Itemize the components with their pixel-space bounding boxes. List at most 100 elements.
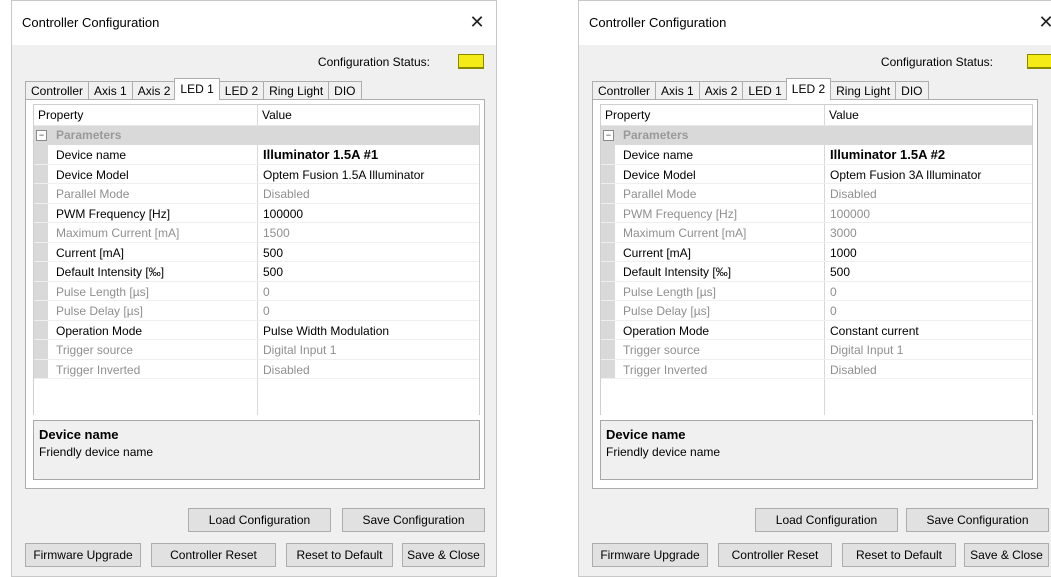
property-value[interactable]: Optem Fusion 1.5A Illuminator xyxy=(263,168,424,182)
column-header-value[interactable]: Value xyxy=(262,108,292,122)
config-status-label: Configuration Status: xyxy=(317,55,430,69)
property-value[interactable]: Constant current xyxy=(830,324,919,338)
collapse-icon[interactable]: − xyxy=(603,130,614,141)
save-and-close-button[interactable]: Save & Close xyxy=(964,543,1049,567)
property-row[interactable]: Parallel Mode Disabled xyxy=(34,184,479,204)
property-row[interactable]: Device name Illuminator 1.5A #2 xyxy=(601,145,1032,165)
tab-axis-1[interactable]: Axis 1 xyxy=(655,81,699,100)
property-row[interactable]: PWM Frequency [Hz] 100000 xyxy=(601,203,1032,223)
row-gutter xyxy=(601,184,615,203)
property-row[interactable]: Operation Mode Pulse Width Modulation xyxy=(34,320,479,340)
property-row[interactable]: Trigger source Digital Input 1 xyxy=(601,340,1032,360)
column-header-value[interactable]: Value xyxy=(829,108,859,122)
close-icon[interactable]: ✕ xyxy=(1033,9,1051,35)
tab-led-2[interactable]: LED 2 xyxy=(218,81,264,100)
firmware-upgrade-button[interactable]: Firmware Upgrade xyxy=(592,543,708,567)
property-value[interactable]: Pulse Width Modulation xyxy=(263,324,389,338)
property-value[interactable]: 500 xyxy=(263,265,283,279)
collapse-icon[interactable]: − xyxy=(36,130,47,141)
category-row-parameters[interactable]: − Parameters xyxy=(34,126,479,145)
reset-to-default-button[interactable]: Reset to Default xyxy=(842,543,956,567)
property-value[interactable]: Optem Fusion 3A Illuminator xyxy=(830,168,981,182)
property-row[interactable]: Pulse Length [µs] 0 xyxy=(34,281,479,301)
property-row[interactable]: Parallel Mode Disabled xyxy=(601,184,1032,204)
save-and-close-button[interactable]: Save & Close xyxy=(402,543,485,567)
load-configuration-button[interactable]: Load Configuration xyxy=(755,508,898,532)
row-gutter xyxy=(34,281,48,300)
property-value[interactable]: 1000 xyxy=(830,246,857,260)
description-title: Device name xyxy=(39,427,119,442)
property-row[interactable]: Device Model Optem Fusion 3A Illuminator xyxy=(601,164,1032,184)
property-row[interactable]: Maximum Current [mA] 1500 xyxy=(34,223,479,243)
column-header-property[interactable]: Property xyxy=(605,108,650,122)
property-value: Disabled xyxy=(830,362,877,377)
property-name: Device Model xyxy=(623,167,696,182)
property-row[interactable]: Pulse Length [µs] 0 xyxy=(601,281,1032,301)
tab-dio[interactable]: DIO xyxy=(895,81,929,100)
tab-controller[interactable]: Controller xyxy=(592,81,656,100)
property-row[interactable]: Trigger Inverted Disabled xyxy=(34,359,479,379)
category-row-parameters[interactable]: − Parameters xyxy=(601,126,1032,145)
config-status-label: Configuration Status: xyxy=(880,55,993,69)
property-grid: Property Value − Parameters Device name I… xyxy=(600,104,1033,415)
property-row[interactable]: Trigger source Digital Input 1 xyxy=(34,340,479,360)
load-configuration-button[interactable]: Load Configuration xyxy=(188,508,331,532)
category-label: Parameters xyxy=(623,128,689,142)
controller-reset-button[interactable]: Controller Reset xyxy=(151,543,276,567)
row-gutter xyxy=(601,203,615,222)
property-row[interactable]: Pulse Delay [µs] 0 xyxy=(601,301,1032,321)
property-name: Pulse Length [µs] xyxy=(623,284,716,299)
property-row[interactable]: Device Model Optem Fusion 1.5A Illuminato… xyxy=(34,164,479,184)
property-name: Maximum Current [mA] xyxy=(56,226,180,240)
property-value: Disabled xyxy=(263,187,310,201)
property-row[interactable]: Trigger Inverted Disabled xyxy=(601,359,1032,379)
property-row[interactable]: Default Intensity [‰] 500 xyxy=(601,262,1032,282)
reset-to-default-button[interactable]: Reset to Default xyxy=(286,543,393,567)
save-configuration-button[interactable]: Save Configuration xyxy=(906,508,1049,532)
tab-ring-light[interactable]: Ring Light xyxy=(263,81,329,100)
property-name: Current [mA] xyxy=(56,245,125,260)
property-value[interactable]: 500 xyxy=(263,246,283,260)
grid-header: Property Value xyxy=(601,105,1032,126)
property-value[interactable]: Illuminator 1.5A #1 xyxy=(263,147,378,162)
property-row[interactable]: Device name Illuminator 1.5A #1 xyxy=(34,145,479,165)
tab-ring-light[interactable]: Ring Light xyxy=(830,81,896,100)
property-row[interactable]: Operation Mode Constant current xyxy=(601,320,1032,340)
tab-controller[interactable]: Controller xyxy=(25,81,89,100)
property-row[interactable]: Current [mA] 1000 xyxy=(601,242,1032,262)
tab-led-1[interactable]: LED 1 xyxy=(742,81,787,100)
tab-led-1[interactable]: LED 1 xyxy=(174,78,220,100)
property-name: Trigger source xyxy=(623,343,700,357)
close-icon[interactable]: ✕ xyxy=(464,9,490,35)
tab-strip: Controller Axis 1 Axis 2 LED 1 LED 2 Rin… xyxy=(592,78,929,100)
row-gutter xyxy=(601,359,615,378)
property-row[interactable]: PWM Frequency [Hz] 100000 xyxy=(34,203,479,223)
property-name: Maximum Current [mA] xyxy=(623,226,747,240)
property-value[interactable]: 100000 xyxy=(263,207,303,221)
property-row[interactable]: Current [mA] 500 xyxy=(34,242,479,262)
property-row[interactable]: Default Intensity [‰] 500 xyxy=(34,262,479,282)
tab-axis-2[interactable]: Axis 2 xyxy=(131,81,176,100)
property-value[interactable]: Illuminator 1.5A #2 xyxy=(830,147,945,162)
property-row[interactable]: Maximum Current [mA] 3000 xyxy=(601,223,1032,243)
tab-axis-2[interactable]: Axis 2 xyxy=(698,81,743,100)
row-gutter xyxy=(601,164,615,183)
tab-led-2[interactable]: LED 2 xyxy=(785,78,832,100)
row-gutter xyxy=(601,301,615,320)
dialog-title: Controller Configuration xyxy=(22,15,160,30)
property-value: 0 xyxy=(263,284,270,299)
firmware-upgrade-button[interactable]: Firmware Upgrade xyxy=(25,543,141,567)
save-configuration-button[interactable]: Save Configuration xyxy=(342,508,485,532)
column-header-property[interactable]: Property xyxy=(38,108,83,122)
config-status-indicator xyxy=(458,54,484,69)
property-name: Device name xyxy=(623,148,694,162)
tab-axis-1[interactable]: Axis 1 xyxy=(88,81,132,100)
property-name: Parallel Mode xyxy=(56,187,130,201)
property-value: Digital Input 1 xyxy=(263,343,337,357)
property-value[interactable]: 500 xyxy=(830,265,850,279)
row-gutter xyxy=(601,145,615,164)
tab-dio[interactable]: DIO xyxy=(328,81,362,100)
description-title: Device name xyxy=(606,427,686,442)
controller-reset-button[interactable]: Controller Reset xyxy=(718,543,832,567)
property-row[interactable]: Pulse Delay [µs] 0 xyxy=(34,301,479,321)
